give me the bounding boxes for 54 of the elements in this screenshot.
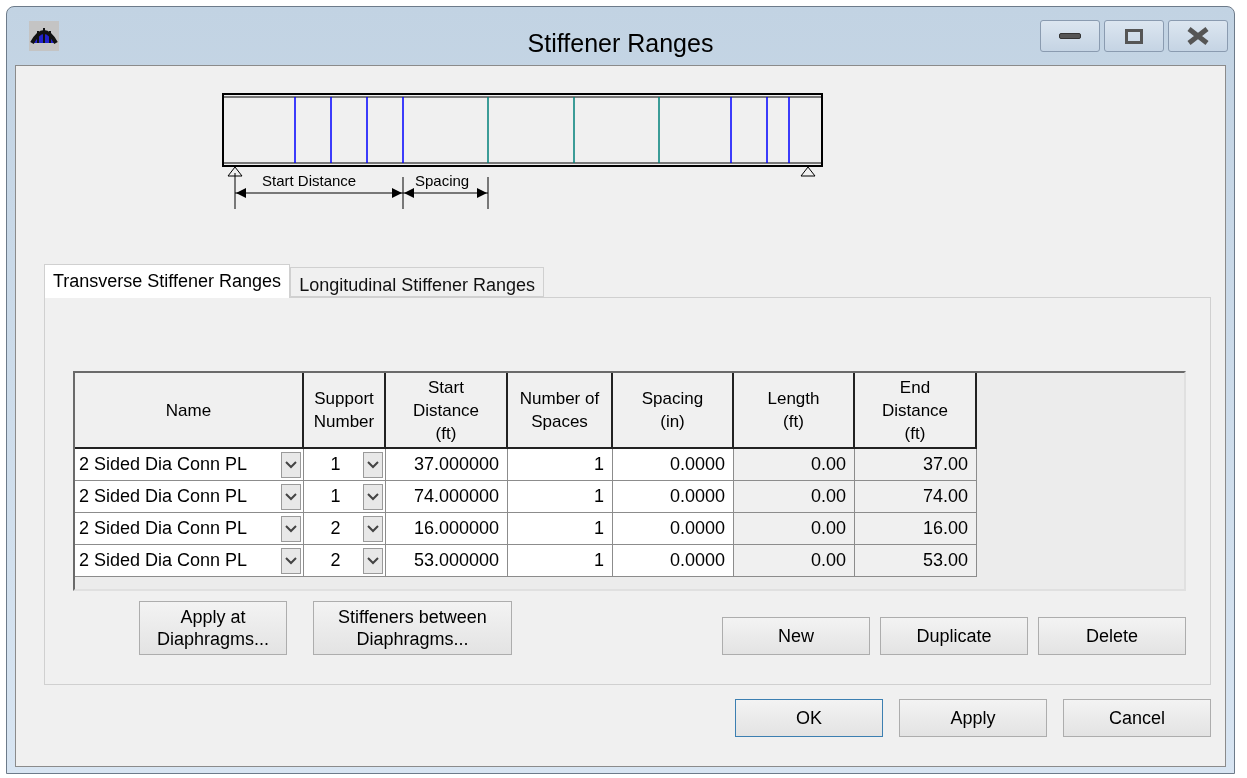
table-cell: 0.00 [734,481,855,513]
row-action-button[interactable]: Duplicate [880,617,1028,655]
table-cell: 0.00 [734,449,855,481]
column-header: Number of Spaces [508,373,613,449]
column-header: Name [75,373,304,449]
dropdown-field[interactable]: 1 [304,481,386,513]
column-header: Spacing (in) [613,373,734,449]
input-field[interactable]: 1 [508,481,613,513]
table-cell: 16.00 [855,513,977,545]
minimize-button[interactable] [1040,20,1100,52]
table-cell: 74.00 [855,481,977,513]
arch-bridge-icon [29,21,59,51]
input-field[interactable]: 37.000000 [386,449,508,481]
row-action-button[interactable]: New [722,617,870,655]
row-action-button[interactable]: Delete [1038,617,1186,655]
tab[interactable]: Transverse Stiffener Ranges [44,264,291,298]
input-field[interactable]: 0.0000 [613,481,734,513]
table-cell: 53.00 [855,545,977,577]
dropdown-field[interactable]: 2 [304,545,386,577]
column-header: End Distance (ft) [855,373,977,449]
dropdown-field[interactable]: 2 Sided Dia Conn PL [75,481,304,513]
input-field[interactable]: 1 [508,545,613,577]
window-title: Stiffener Ranges [527,28,714,59]
dialog-button[interactable]: Apply [899,699,1047,737]
dialog-button[interactable]: OK [735,699,883,737]
table-cell: 0.00 [734,545,855,577]
action-button[interactable]: Apply at Diaphragms... [139,601,287,655]
dropdown-field[interactable]: 2 Sided Dia Conn PL [75,513,304,545]
maximize-button[interactable] [1104,20,1164,52]
dialog-button[interactable]: Cancel [1063,699,1211,737]
action-button[interactable]: Stiffeners between Diaphragms... [313,601,512,655]
table-cell: 37.00 [855,449,977,481]
input-field[interactable]: 16.000000 [386,513,508,545]
input-field[interactable]: 0.0000 [613,513,734,545]
input-field[interactable]: 1 [508,513,613,545]
input-field[interactable]: 0.0000 [613,545,734,577]
dropdown-field[interactable]: 2 Sided Dia Conn PL [75,449,304,481]
input-field[interactable]: 53.000000 [386,545,508,577]
minimize-icon [1059,33,1081,39]
tab[interactable]: Longitudinal Stiffener Ranges [290,267,544,297]
beam-diagram-drawing: Start Distance Spacing [222,93,826,211]
input-field[interactable]: 74.000000 [386,481,508,513]
input-field[interactable]: 1 [508,449,613,481]
close-icon [1185,26,1211,46]
column-header: Length (ft) [734,373,855,449]
dropdown-field[interactable]: 1 [304,449,386,481]
column-header: Start Distance (ft) [386,373,508,449]
input-field[interactable]: 0.0000 [613,449,734,481]
column-header: Support Number [304,373,386,449]
dropdown-field[interactable]: 2 [304,513,386,545]
dropdown-field[interactable]: 2 Sided Dia Conn PL [75,545,304,577]
maximize-icon [1125,28,1143,44]
close-button[interactable] [1168,20,1228,52]
table-cell: 0.00 [734,513,855,545]
